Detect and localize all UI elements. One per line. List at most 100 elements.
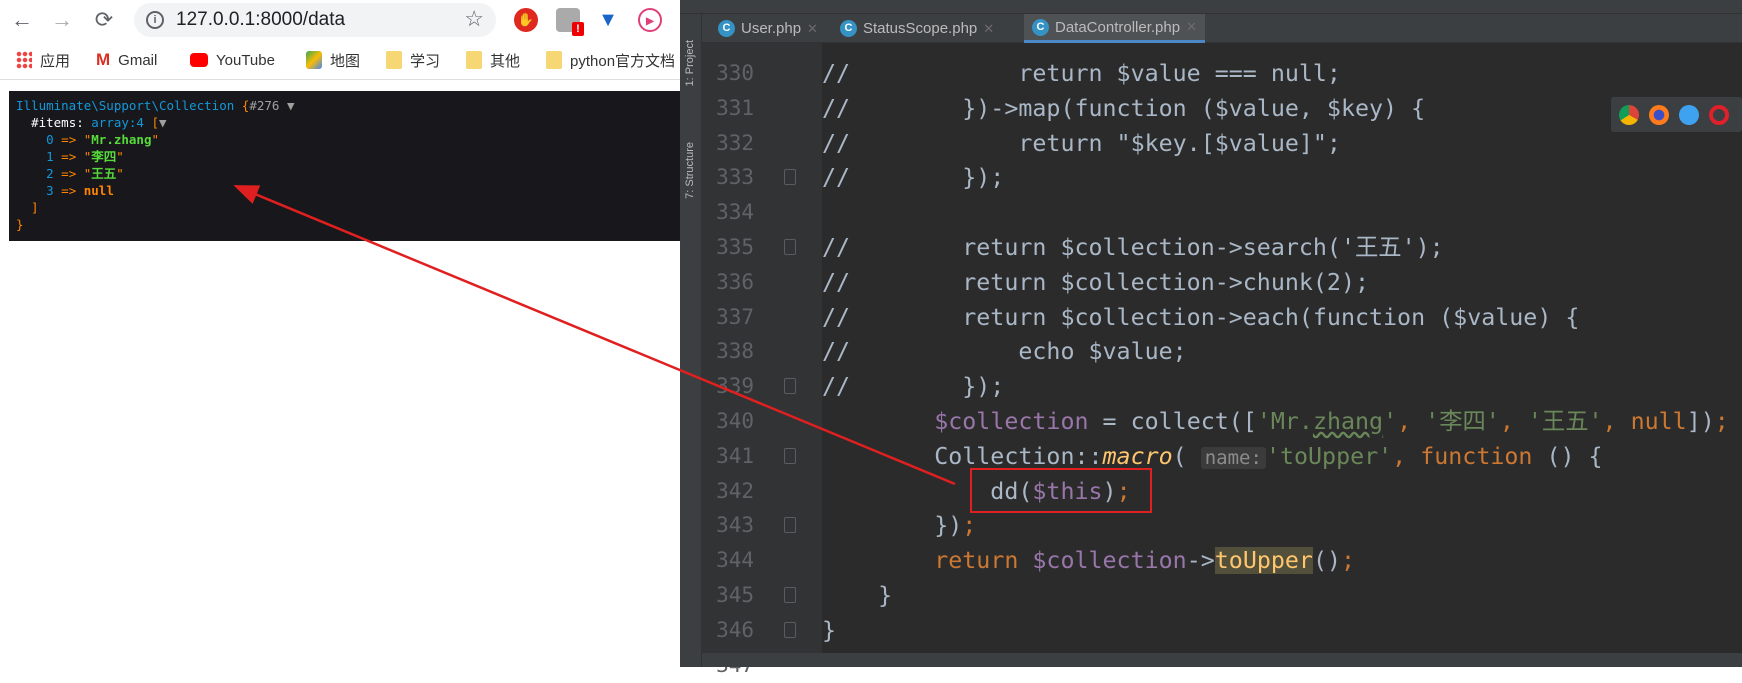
code-line[interactable]: Collection::macro( name:'toUpper', funct… [822,439,1602,474]
code-line[interactable]: // echo $value; [822,334,1187,369]
code-line[interactable]: // }); [822,160,1004,195]
address-bar[interactable]: i 127.0.0.1:8000/data ☆ [134,3,496,37]
bookmark-folder-python-docs[interactable]: python官方文档 [546,48,675,72]
bookmark-label: YouTube [216,51,275,69]
bookmark-folder-other[interactable]: 其他 [466,48,520,72]
line-number: 330 [716,61,754,85]
media-extension-icon[interactable]: ▶ [638,8,662,32]
editor-bottom-bar [702,653,1742,667]
code-line[interactable]: // }); [822,369,1004,404]
code-line[interactable]: }); [822,508,976,543]
dd-dump-output: Illuminate\Support\Collection {#276 ▼ #i… [9,91,680,241]
line-number: 332 [716,130,754,155]
close-icon[interactable]: ✕ [807,21,818,37]
diamond-extension-icon[interactable]: ▼ [596,8,620,32]
code-line[interactable]: } [822,578,892,613]
code-line[interactable]: // return $collection->each(function ($v… [822,300,1579,335]
back-button[interactable]: ← [8,6,36,34]
line-number: 333 [716,165,754,190]
browser-toolbar: ← → ⟳ i 127.0.0.1:8000/data ☆ ✋ ! ▼ ▶ [0,0,680,40]
collapse-toggle-icon[interactable]: ▼ [159,115,167,130]
collapse-toggle-icon[interactable]: ▼ [287,98,295,113]
dump-type: array:4 [91,115,144,130]
bookmark-apps[interactable]: 应用 [16,48,70,72]
line-number: 338 [716,339,754,364]
adblock-extension-icon[interactable]: ✋ [514,8,538,32]
bookmark-maps[interactable]: 地图 [306,48,360,72]
dump-object-id: #276 [249,98,280,113]
dump-class-name: Illuminate\Support\Collection [16,98,235,113]
line-number: 341 [716,443,754,468]
tab-statusscope-php[interactable]: C StatusScope.php ✕ [832,14,1002,43]
close-icon[interactable]: ✕ [1186,19,1197,35]
url-text[interactable]: 127.0.0.1:8000/data [176,9,345,31]
tab-label: DataController.php [1055,18,1181,36]
project-tool-button[interactable]: 1: Project [684,40,696,86]
fold-marker-icon[interactable] [784,239,796,255]
line-number: 342 [716,478,754,503]
line-number: 340 [716,409,754,433]
bookmark-youtube[interactable]: YouTube [190,48,275,72]
bookmark-label: 应用 [40,52,71,70]
fold-marker-icon[interactable] [784,378,796,395]
dump-property: #items [31,115,77,130]
dump-item: 0 => "Mr.zhang" [46,132,160,147]
dump-item: 2 => "王五" [46,166,124,181]
fold-marker-icon[interactable] [784,447,796,464]
code-line[interactable]: // return "$key.[$value]"; [822,126,1341,161]
fold-marker-icon[interactable] [784,621,796,638]
opera-icon[interactable] [1709,104,1729,125]
open-in-browser-popup [1611,97,1742,132]
fold-marker-icon[interactable] [784,517,796,534]
bookmark-label: 学习 [410,52,441,70]
line-number: 336 [716,269,754,294]
tab-datacontroller-php[interactable]: C DataController.php ✕ [1024,14,1205,43]
bookmark-gmail[interactable]: M Gmail [96,48,157,72]
gmail-icon: M [96,50,111,69]
php-class-icon: C [840,20,857,37]
bookmarks-bar: 应用 M Gmail YouTube 地图 学习 其他 python官方文档 [0,40,680,80]
code-line[interactable]: $collection = collect(['Mr.zhang', '李四',… [822,404,1729,439]
code-line[interactable]: // return $collection->search('王五'); [822,230,1444,265]
fold-marker-icon[interactable] [784,587,796,603]
bookmark-label: Gmail [118,51,158,69]
code-line[interactable]: // })->map(function ($value, $key) { [822,91,1425,126]
folder-icon [466,51,482,69]
code-line[interactable]: // return $collection->chunk(2); [822,265,1369,300]
folder-icon [386,51,402,69]
close-icon[interactable]: ✕ [983,21,994,37]
reload-button[interactable]: ⟳ [90,6,118,34]
info-icon[interactable]: i [146,11,164,29]
code-line[interactable]: // return $value === null; [822,56,1341,91]
forward-button[interactable]: → [48,6,76,34]
line-number: 344 [716,548,754,573]
line-number: 335 [716,235,754,259]
line-number: 343 [716,513,754,538]
maps-icon [306,51,322,69]
code-line[interactable]: return $collection->toUpper(); [822,543,1355,578]
tab-label: StatusScope.php [863,20,978,37]
safari-icon[interactable] [1679,104,1699,125]
line-number: 331 [716,95,754,120]
bookmark-star-icon[interactable]: ☆ [464,6,484,32]
highlight-box [970,468,1152,513]
line-number: 339 [716,374,754,399]
line-number: 346 [716,617,754,642]
line-number-gutter: 330 331 332 333 334 335 336 337 338 339 340 341 342 3… [702,43,822,677]
firefox-icon[interactable] [1649,104,1669,125]
youtube-icon [190,53,208,67]
browser-window: ← → ⟳ i 127.0.0.1:8000/data ☆ ✋ ! ▼ ▶ 应用… [0,0,680,667]
extension-warning-icon[interactable]: ! [556,8,584,36]
tab-user-php[interactable]: C User.php ✕ [710,14,826,43]
apps-grid-icon [16,51,32,69]
structure-tool-button[interactable]: 7: Structure [684,142,696,199]
code-line[interactable]: } [822,613,836,648]
bookmark-folder-study[interactable]: 学习 [386,48,440,72]
chrome-icon[interactable] [1619,104,1639,125]
fold-marker-icon[interactable] [784,169,796,186]
code-editor[interactable]: // return $value === null;// })->map(fun… [822,43,1742,653]
php-class-icon: C [718,20,735,37]
folder-icon [546,51,562,69]
dump-item: 3 => null [46,183,114,198]
ide-window: 1: Project 7: Structure C User.php ✕ C Stat… [680,0,1742,677]
